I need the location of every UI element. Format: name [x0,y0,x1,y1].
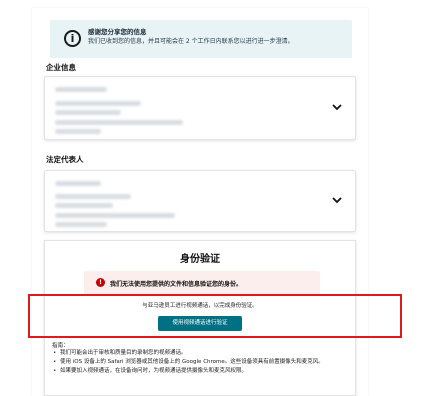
list-item: 我们可能会出于审核和质量目的录制您的视频通话。 [52,349,362,358]
banner-text: 我们已收到您的信息，并且可能会在 2 个工作日内联系您以进行进一步澄清。 [88,38,294,45]
guide-title: 指南： [52,343,69,349]
legal-rep-card[interactable] [44,170,356,232]
guide-list: 我们可能会出于审核和质量目的录制您的视频通话。 使用 iOS 设备上的 Safa… [52,349,362,376]
highlight-annotation [28,294,402,338]
legal-rep-label: 法定代表人 [46,155,84,164]
chevron-down-icon[interactable] [332,195,342,205]
error-alert: ! 我们无法使用您提供的文件和信息验证您的身份。 [84,271,320,295]
company-info-label: 企业信息 [46,63,76,72]
info-icon: i [64,30,81,47]
company-info-card[interactable] [44,76,356,140]
redacted-line [55,110,121,115]
chevron-down-icon[interactable] [332,102,342,112]
redacted-line [55,222,107,227]
redacted-line [55,87,107,92]
verification-title: 身份验证 [180,254,220,265]
info-banner: i 感谢您分享您的信息 我们已收到您的信息，并且可能会在 2 个工作日内联系您以… [50,20,352,58]
redacted-line [55,213,175,218]
list-item: 使用 iOS 设备上的 Safari 浏览器或其他设备上的 Google Chr… [52,358,362,367]
banner-title: 感谢您分享您的信息 [88,28,147,36]
redacted-line [55,203,113,208]
redacted-line [55,120,183,125]
redacted-line [55,194,131,199]
error-text: 我们无法使用您提供的文件和信息验证您的身份。 [110,281,243,288]
list-item: 如果要加入视频通话，在设备询问时，为视频通话提供摄像头和麦克风权限。 [52,367,362,376]
redacted-line [55,101,141,106]
redacted-line [55,181,101,186]
redacted-line [55,129,101,134]
alert-icon: ! [96,278,105,287]
page: i 感谢您分享您的信息 我们已收到您的信息，并且可能会在 2 个工作日内联系您以… [0,0,423,396]
